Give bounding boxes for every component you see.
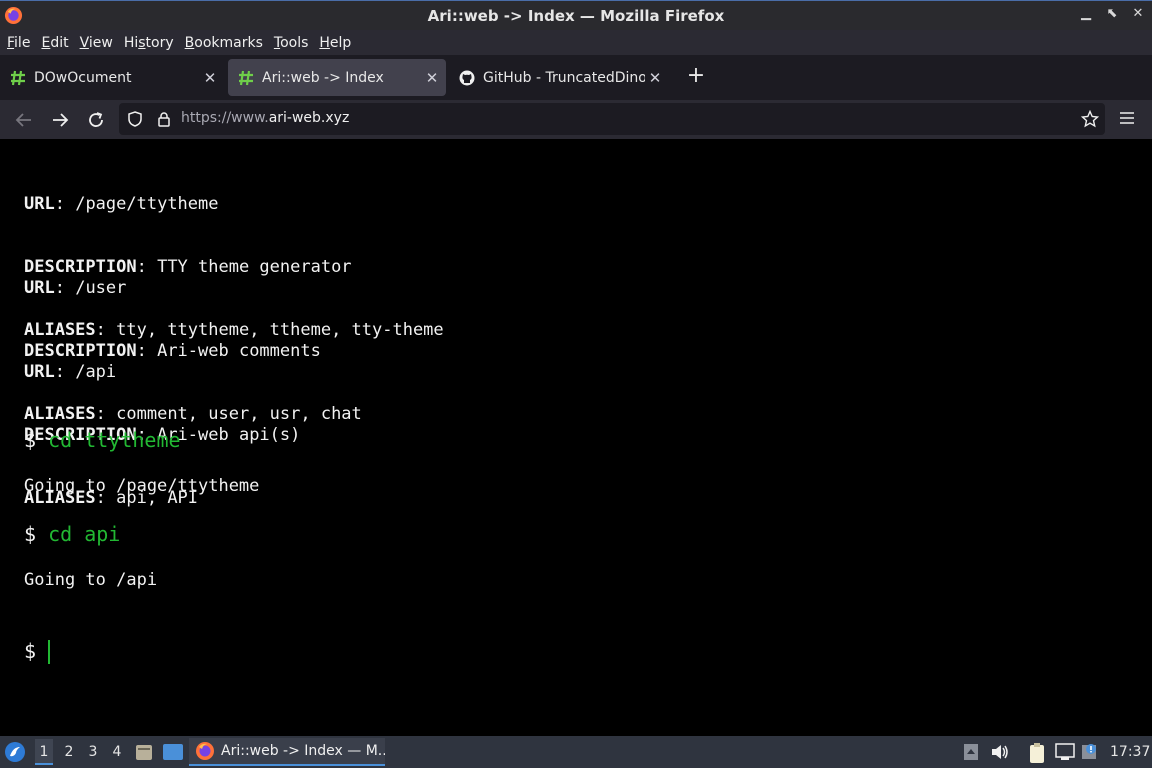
close-tab-icon[interactable]: ✕	[200, 69, 220, 87]
entry-url: /user	[75, 278, 127, 298]
back-arrow-icon	[15, 113, 31, 127]
menu-tools[interactable]: Tools	[269, 35, 315, 51]
task-label: Ari::web -> Index — M...	[221, 743, 385, 759]
navigation-toolbar: https://www.ari-web.xyz	[0, 100, 1152, 139]
network-icon[interactable]	[1054, 742, 1076, 762]
bookmark-star-icon[interactable]	[1081, 110, 1099, 128]
menu-file[interactable]: File	[2, 35, 36, 51]
start-menu-icon[interactable]	[4, 741, 26, 763]
taskbar-firefox-window[interactable]: Ari::web -> Index — M...	[189, 738, 385, 766]
notification-icon[interactable]	[1080, 742, 1100, 762]
window-titlebar[interactable]: Ari::web -> Index — Mozilla Firefox ▁ ⬉ …	[0, 0, 1152, 30]
hash-favicon-icon	[11, 70, 25, 85]
hash-favicon-icon	[239, 70, 253, 85]
forward-arrow-icon	[53, 113, 69, 127]
new-tab-plus-icon[interactable]: +	[684, 64, 708, 88]
forward-button[interactable]	[48, 108, 72, 132]
tab-github[interactable]: GitHub - TruncatedDinosour ✕	[449, 59, 669, 96]
url-host: ari-web.xyz	[268, 110, 350, 126]
command-text: cd api	[48, 522, 121, 546]
clock[interactable]: 17:37	[1110, 744, 1150, 760]
file-manager-icon[interactable]	[134, 742, 154, 762]
close-window-button[interactable]: ✕	[1132, 6, 1144, 21]
menu-help[interactable]: Help	[314, 35, 357, 51]
menu-view[interactable]: View	[75, 35, 119, 51]
command-line: $ cd api	[24, 522, 120, 546]
url-label: URL	[24, 194, 55, 214]
close-tab-icon[interactable]: ✕	[645, 69, 665, 87]
tab-label: Ari::web -> Index	[262, 69, 384, 86]
window-title: Ari::web -> Index — Mozilla Firefox	[427, 7, 725, 25]
prompt-symbol: $	[24, 639, 37, 663]
workspace-2[interactable]: 2	[60, 744, 78, 760]
workspace-4[interactable]: 4	[108, 744, 126, 760]
active-prompt[interactable]: $	[24, 639, 36, 663]
url-bar[interactable]: https://www.ari-web.xyz	[119, 103, 1105, 135]
reload-button[interactable]	[84, 108, 108, 132]
terminal-page[interactable]: URL: /page/ttytheme DESCRIPTION: TTY the…	[0, 139, 1152, 736]
tab-strip: DOwOcument ✕ Ari::web -> Index ✕ GitHub …	[0, 55, 1152, 100]
maximize-button[interactable]: ⬉	[1106, 6, 1118, 21]
tab-dowocument[interactable]: DOwOcument ✕	[0, 59, 224, 96]
url-text[interactable]: https://www.ari-web.xyz	[181, 110, 349, 126]
tab-label: GitHub - TruncatedDinosour	[483, 69, 645, 86]
entry-url: /api	[75, 362, 117, 382]
command-output: Going to /page/ttytheme	[24, 476, 260, 496]
entry-url: /page/ttytheme	[75, 194, 219, 214]
url-label: URL	[24, 278, 55, 298]
close-tab-icon[interactable]: ✕	[422, 69, 442, 87]
hamburger-menu-icon[interactable]	[1117, 108, 1137, 128]
url-label: URL	[24, 362, 55, 382]
command-output: Going to /api	[24, 570, 158, 590]
taskbar: 1 2 3 4 Ari::web -> Index — M... 17:37	[0, 736, 1152, 768]
tab-ari-web-index[interactable]: Ari::web -> Index ✕	[228, 59, 446, 96]
back-button[interactable]	[12, 108, 36, 132]
url-scheme: https://www.	[181, 110, 269, 126]
command-line: $ cd ttytheme	[24, 428, 181, 452]
show-desktop-icon[interactable]	[162, 742, 184, 762]
volume-icon[interactable]	[990, 742, 1010, 762]
prompt-symbol: $	[24, 522, 37, 546]
workspace-1[interactable]: 1	[35, 739, 53, 765]
tray-arrow-icon[interactable]	[963, 742, 979, 762]
lock-icon[interactable]	[156, 111, 172, 127]
text-cursor[interactable]	[48, 640, 50, 664]
tab-label: DOwOcument	[34, 69, 132, 86]
minimize-button[interactable]: ▁	[1080, 6, 1092, 21]
clipboard-icon[interactable]	[1027, 742, 1047, 764]
tracking-shield-icon[interactable]	[127, 111, 143, 127]
command-text: cd ttytheme	[48, 428, 181, 452]
reload-icon	[89, 112, 103, 127]
workspace-3[interactable]: 3	[84, 744, 102, 760]
firefox-logo-icon	[196, 742, 214, 760]
menu-bookmarks[interactable]: Bookmarks	[180, 35, 269, 51]
menu-edit[interactable]: Edit	[36, 35, 74, 51]
menu-bar: File Edit View History Bookmarks Tools H…	[0, 30, 1152, 55]
github-icon	[459, 70, 475, 85]
menu-history[interactable]: History	[119, 35, 180, 51]
prompt-symbol: $	[24, 428, 37, 452]
